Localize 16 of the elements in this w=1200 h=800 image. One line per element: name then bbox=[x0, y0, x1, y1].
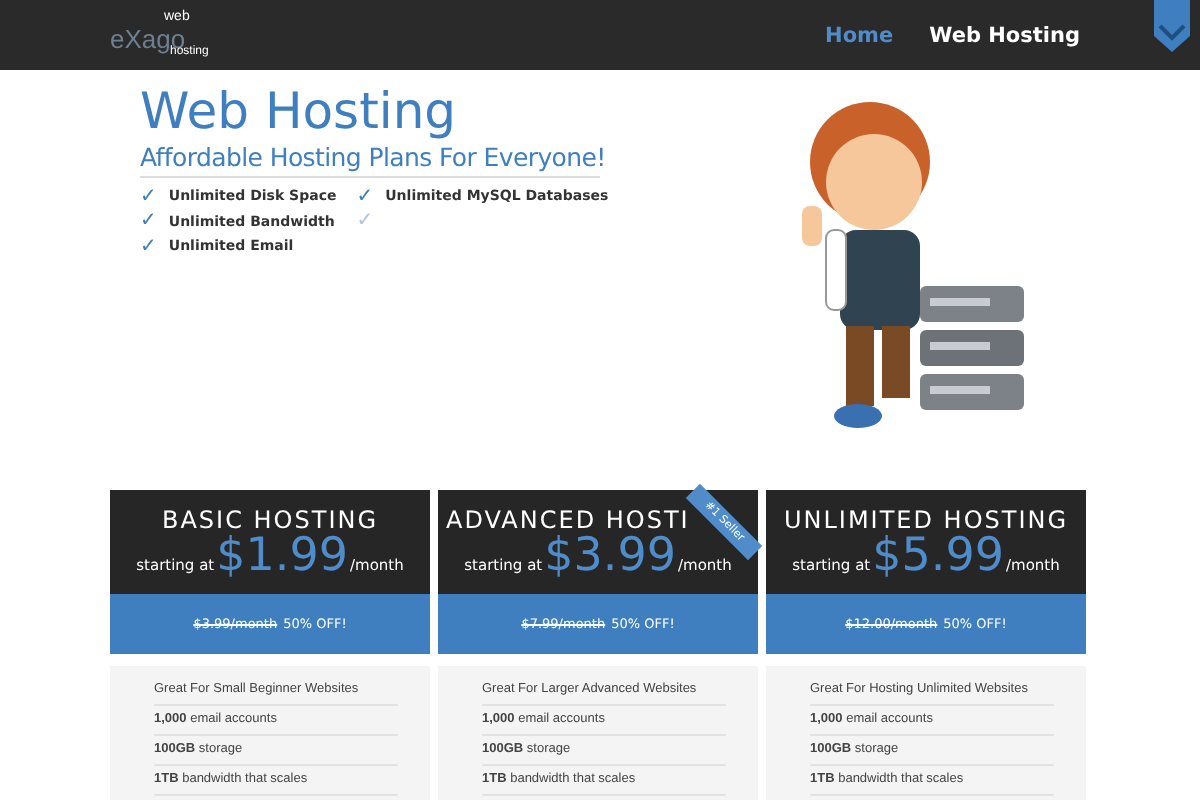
plan-name: UNLIMITED HOSTING bbox=[783, 506, 1069, 534]
price: $1.99 bbox=[216, 530, 348, 582]
nav-link[interactable]: Home bbox=[825, 23, 894, 47]
plan-name: ADVANCED HOSTI bbox=[446, 506, 690, 534]
price: $3.99 bbox=[544, 530, 676, 582]
plan-name: BASIC HOSTING bbox=[161, 506, 379, 534]
hero-subtitle: Affordable Hosting Plans For Everyone! bbox=[140, 142, 600, 178]
chevron-tab-icon[interactable] bbox=[1154, 0, 1190, 52]
check-icon: ✓ bbox=[140, 235, 157, 258]
check-icon: ✓ bbox=[140, 210, 157, 233]
nav-link[interactable]: Web Hosting bbox=[929, 23, 1080, 47]
check-icon: ✓ bbox=[140, 185, 157, 208]
hero-title: Web Hosting bbox=[140, 82, 459, 142]
check-icon: ✓ bbox=[356, 210, 374, 233]
check-icon: ✓ bbox=[356, 185, 374, 208]
price: $5.99 bbox=[872, 530, 1004, 582]
